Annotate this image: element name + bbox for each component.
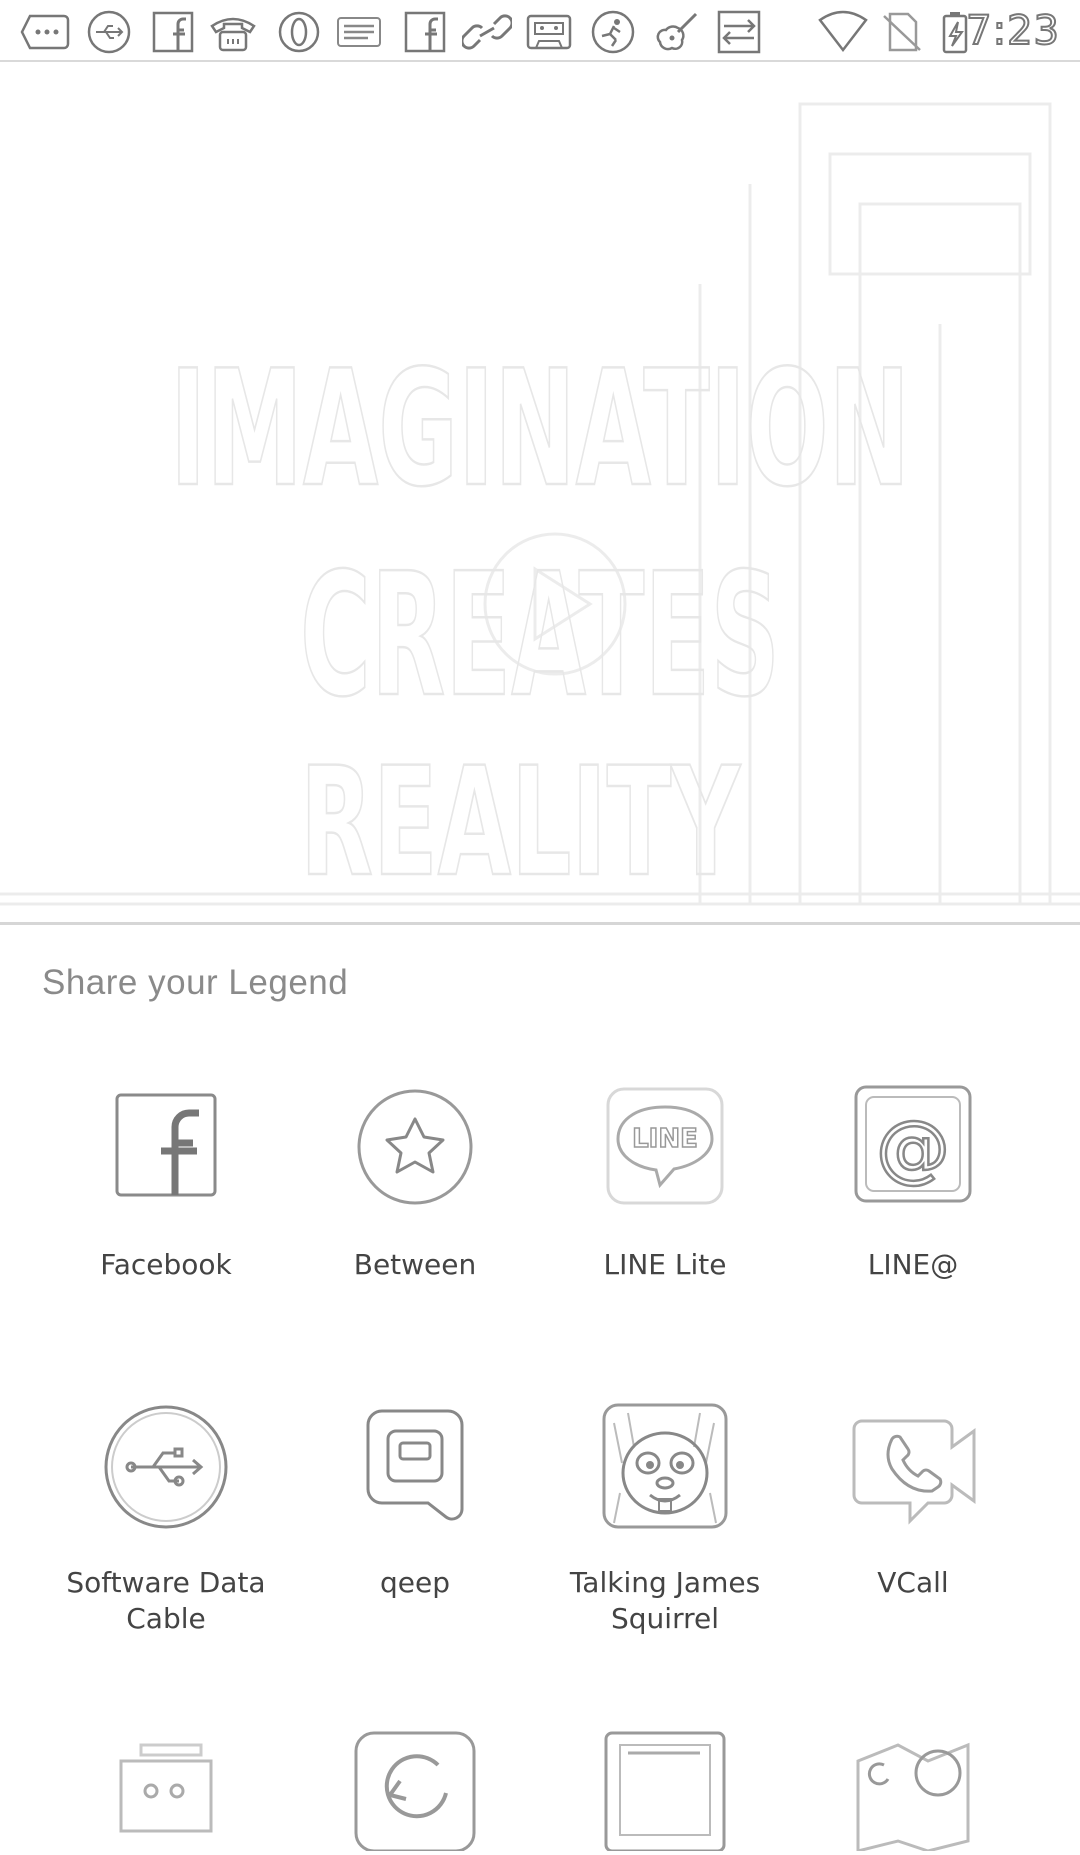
- transfer-icon: [714, 10, 764, 54]
- qeep-icon: [350, 1403, 480, 1533]
- backdrop-poster: IMAGINATION CREATES REALITY: [0, 64, 1080, 922]
- app-label: LINE@: [867, 1248, 959, 1281]
- share-target-facebook[interactable]: Facebook: [41, 1085, 291, 1283]
- phone-icon: [208, 10, 258, 54]
- share-sheet-title: Share your Legend: [42, 963, 349, 1002]
- between-icon: [350, 1085, 480, 1215]
- share-target-software-data-cable[interactable]: Software Data Cable: [41, 1403, 291, 1637]
- facebook-icon: [400, 10, 450, 54]
- poster-line-3: REALITY: [300, 736, 742, 910]
- share-target-partial[interactable]: [41, 1721, 291, 1851]
- share-target-partial[interactable]: [290, 1721, 540, 1853]
- soccer-icon: [588, 10, 638, 54]
- facebook-icon: [148, 10, 198, 54]
- share-target-line-at[interactable]: @ LINE@: [788, 1085, 1038, 1283]
- share-target-between[interactable]: Between: [290, 1085, 540, 1283]
- poster-line-1: IMAGINATION: [170, 335, 910, 522]
- opera-icon: [274, 10, 324, 54]
- app-label: Software Data Cable: [66, 1566, 266, 1635]
- share-target-partial[interactable]: [788, 1721, 1038, 1853]
- facebook-icon: [101, 1085, 231, 1215]
- share-target-qeep[interactable]: qeep: [290, 1403, 540, 1601]
- app-label: Between: [353, 1248, 477, 1281]
- app-label: VCall: [877, 1566, 949, 1599]
- no-sim-icon: [876, 10, 926, 54]
- clock: 7:23: [965, 7, 1060, 55]
- usb-icon: [101, 1403, 231, 1533]
- app-label: Facebook: [100, 1248, 232, 1281]
- book-app-icon: [600, 1721, 730, 1853]
- share-target-vcall[interactable]: VCall: [788, 1403, 1038, 1601]
- app-label: qeep: [380, 1566, 450, 1599]
- guitar-icon: [652, 10, 702, 54]
- app-label: LINE Lite: [603, 1248, 727, 1281]
- line-lite-icon: LINE: [600, 1085, 730, 1215]
- poster-line-2: CREATES: [300, 537, 780, 735]
- chat-app-icon: [101, 1721, 231, 1851]
- status-bar: 7:23: [0, 0, 1080, 62]
- share-target-line-lite[interactable]: LINE LINE Lite: [540, 1085, 790, 1283]
- refresh-app-icon: [350, 1721, 480, 1853]
- share-target-talking-james-squirrel[interactable]: Talking James Squirrel: [540, 1403, 790, 1637]
- cassette-icon: [524, 10, 574, 54]
- line-logo-text: LINE: [632, 1124, 698, 1154]
- map-app-icon: [848, 1721, 978, 1853]
- line-at-logo-text: @: [876, 1105, 950, 1191]
- usb-icon: [84, 10, 134, 54]
- vcall-icon: [848, 1403, 978, 1533]
- line-at-icon: @: [848, 1085, 978, 1215]
- share-sheet: Share your Legend Facebook Between LINE …: [0, 922, 1080, 1853]
- more-icon: [20, 10, 70, 54]
- squirrel-icon: [600, 1403, 730, 1533]
- share-target-partial[interactable]: [540, 1721, 790, 1853]
- link-icon: [460, 10, 514, 54]
- usa-today-icon: [334, 10, 384, 54]
- app-label: Talking James Squirrel: [569, 1566, 761, 1635]
- wifi-icon: [818, 10, 868, 54]
